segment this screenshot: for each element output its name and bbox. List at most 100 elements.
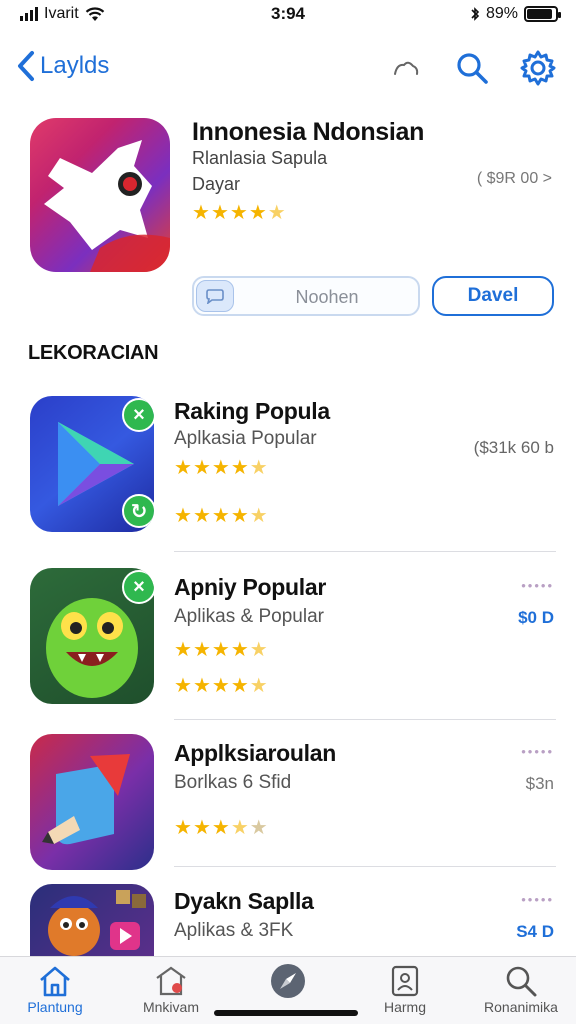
battery-percent: 89% bbox=[485, 5, 518, 22]
cloud-button[interactable] bbox=[386, 48, 426, 88]
rating-stars: ★ ★ ★ ★ ★ bbox=[174, 818, 268, 838]
app-title: Apniy Popular bbox=[174, 574, 327, 600]
hero-rating-stars: ★ ★ ★ ★ ★ bbox=[192, 203, 286, 223]
divider bbox=[174, 866, 556, 867]
hero-app-subtitle: Rlanlasia Sapula bbox=[192, 148, 328, 168]
hero-app-price[interactable]: ( $9R 00 > bbox=[477, 170, 552, 188]
app-price[interactable]: $3n bbox=[526, 774, 554, 794]
back-button[interactable]: Laylds bbox=[16, 50, 109, 82]
star-icon: ★ bbox=[210, 202, 229, 224]
star-icon: ★ bbox=[174, 675, 192, 697]
app-subtitle: Aplikas & 3FK bbox=[174, 920, 294, 941]
divider bbox=[174, 551, 556, 552]
tab-store[interactable]: Mnkivam bbox=[116, 963, 226, 1015]
rating-stars: ★ ★ ★ ★ ★ bbox=[174, 640, 268, 660]
divider bbox=[174, 719, 556, 720]
tab-profile[interactable]: Harmg bbox=[350, 963, 460, 1015]
rating-stars: ★ ★ ★ ★ ★ bbox=[174, 458, 268, 478]
search-placeholder: Noohen bbox=[295, 287, 359, 307]
tab-home[interactable]: Plantung bbox=[0, 963, 110, 1015]
more-dots-icon[interactable]: ••••• bbox=[521, 744, 554, 759]
app-subtitle: Aplikas & Popular bbox=[174, 606, 324, 627]
back-label: Laylds bbox=[40, 52, 110, 79]
speech-bubble-icon bbox=[206, 289, 224, 304]
star-icon: ★ bbox=[174, 505, 192, 527]
toggle-knob bbox=[196, 280, 234, 312]
bluetooth-icon bbox=[471, 7, 480, 21]
section-title: LEKORACIAN bbox=[28, 342, 159, 364]
close-badge-icon: × bbox=[122, 398, 154, 432]
gear-icon bbox=[520, 50, 556, 86]
tab-label: Harmg bbox=[383, 999, 426, 1015]
app-title: Applksiaroulan bbox=[174, 740, 336, 766]
hero-app-icon[interactable] bbox=[30, 118, 170, 272]
house-icon bbox=[40, 966, 70, 997]
search-icon bbox=[506, 966, 537, 997]
app-price[interactable]: ($31k 60 b bbox=[474, 438, 554, 458]
status-bar: Ivarit 3:94 89% bbox=[0, 0, 576, 30]
home-indicator bbox=[214, 1010, 358, 1016]
search-button[interactable] bbox=[452, 48, 492, 88]
star-icon: ★ bbox=[192, 505, 211, 527]
star-icon: ★ bbox=[248, 202, 267, 224]
profile-icon bbox=[391, 965, 419, 997]
hero-app-developer: Dayar bbox=[192, 174, 241, 194]
star-icon: ★ bbox=[249, 457, 268, 479]
app-title: Dyakn Saplla bbox=[174, 888, 314, 914]
app-icon bbox=[30, 734, 154, 870]
app-icon bbox=[30, 884, 154, 956]
tab-discover[interactable] bbox=[233, 963, 343, 999]
star-icon: ★ bbox=[211, 675, 230, 697]
star-icon: ★ bbox=[174, 457, 192, 479]
rating-stars: ★ ★ ★ ★ ★ bbox=[174, 676, 268, 696]
get-button[interactable]: Davel bbox=[432, 276, 554, 316]
star-icon: ★ bbox=[230, 639, 249, 661]
star-icon: ★ bbox=[192, 639, 211, 661]
status-right: 89% bbox=[470, 5, 561, 23]
star-icon: ★ bbox=[174, 639, 192, 661]
nav-bar: Laylds bbox=[0, 44, 576, 96]
star-icon: ★ bbox=[192, 675, 211, 697]
creature-icon bbox=[44, 140, 170, 272]
star-icon: ★ bbox=[267, 202, 286, 224]
tab-label: Mnkivam bbox=[142, 999, 199, 1015]
app-subtitle: Aplkasia Popular bbox=[174, 428, 317, 449]
star-icon: ★ bbox=[249, 505, 268, 527]
star-icon: ★ bbox=[229, 202, 248, 224]
star-icon: ★ bbox=[211, 817, 230, 839]
star-icon: ★ bbox=[249, 639, 268, 661]
nav-actions bbox=[386, 48, 558, 88]
compass-icon bbox=[271, 964, 305, 998]
search-input[interactable]: Noohen bbox=[192, 276, 420, 316]
star-icon: ★ bbox=[249, 675, 268, 697]
tab-search[interactable]: Ronanimika bbox=[466, 963, 576, 1015]
battery-icon bbox=[524, 6, 561, 22]
game-icon bbox=[48, 890, 146, 956]
star-icon: ★ bbox=[192, 457, 211, 479]
refresh-badge-icon: ↻ bbox=[122, 494, 154, 528]
search-icon bbox=[457, 53, 488, 84]
star-icon: ★ bbox=[192, 202, 210, 224]
hero-app-title: Innonesia Ndonsian bbox=[192, 118, 425, 146]
star-icon: ★ bbox=[230, 505, 249, 527]
star-icon: ★ bbox=[230, 675, 249, 697]
app-price[interactable]: S4 D bbox=[516, 922, 554, 942]
more-dots-icon[interactable]: ••••• bbox=[521, 892, 554, 907]
more-dots-icon[interactable]: ••••• bbox=[521, 578, 554, 593]
list-item[interactable]: × Apniy Popular Aplikas & Popular ••••• … bbox=[0, 568, 576, 744]
star-icon: ★ bbox=[211, 457, 230, 479]
store-icon bbox=[156, 966, 186, 996]
app-title: Raking Popula bbox=[174, 398, 330, 424]
chevron-left-icon bbox=[18, 51, 34, 81]
tab-label: Plantung bbox=[27, 999, 83, 1015]
app-icon: × ↻ bbox=[30, 396, 154, 532]
rating-stars: ★ ★ ★ ★ ★ bbox=[174, 506, 268, 526]
close-badge-icon: × bbox=[122, 570, 154, 604]
star-icon: ★ bbox=[211, 505, 230, 527]
list-item[interactable]: × ↻ Raking Popula Aplkasia Popular ($31k… bbox=[0, 396, 576, 572]
star-icon: ★ bbox=[230, 457, 249, 479]
app-price[interactable]: $0 D bbox=[518, 608, 554, 628]
star-icon: ★ bbox=[230, 817, 249, 839]
star-icon: ★ bbox=[249, 817, 268, 839]
settings-button[interactable] bbox=[518, 48, 558, 88]
